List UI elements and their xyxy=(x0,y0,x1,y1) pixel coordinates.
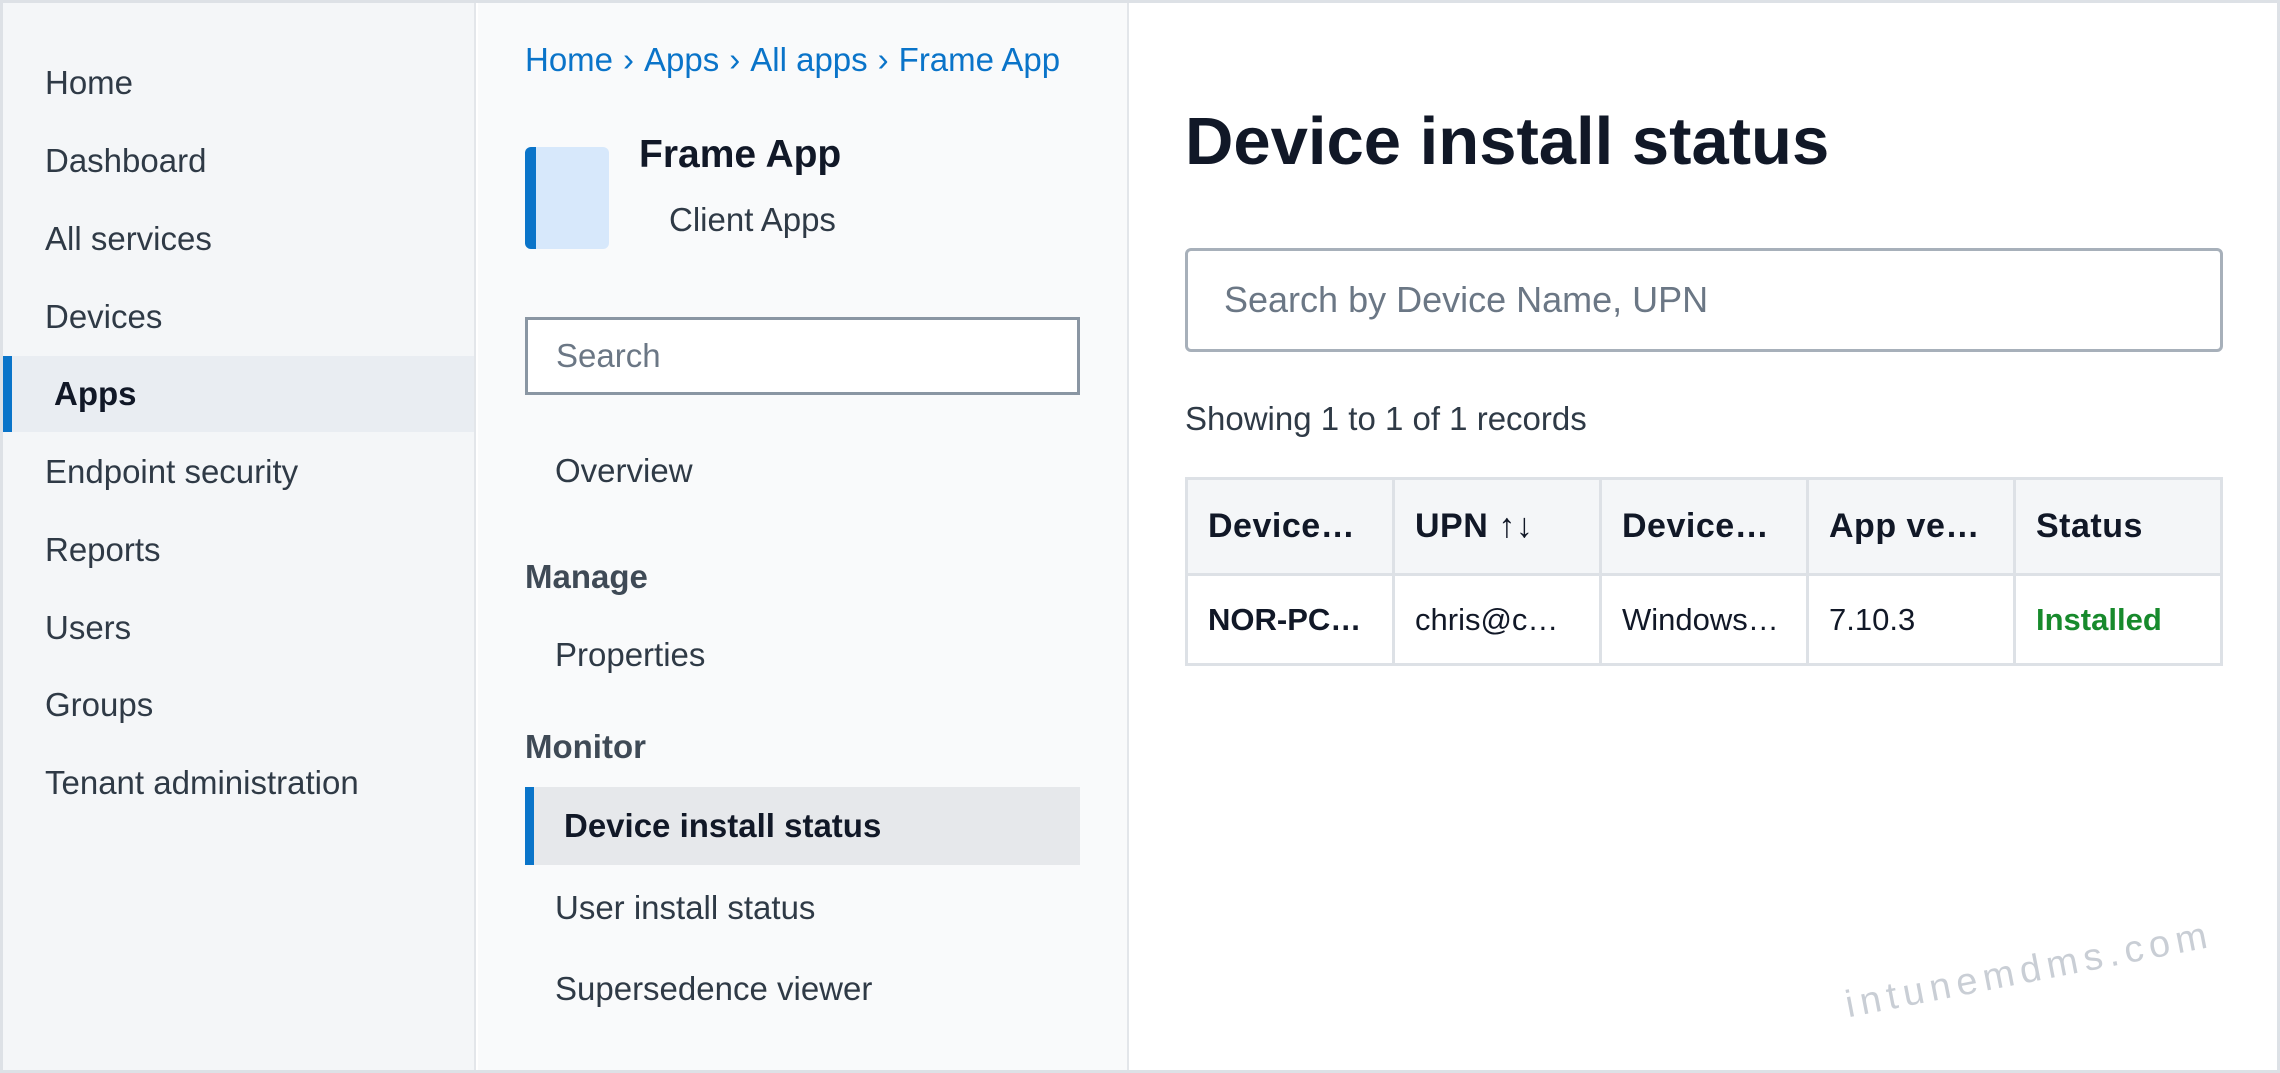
app-title: Frame App xyxy=(639,133,842,176)
section-monitor-heading: Monitor xyxy=(525,728,646,765)
app-subtitle: Client Apps xyxy=(669,201,836,238)
table-header-row: Device… UPN ↑↓ Device… App ve… Status xyxy=(1185,477,2223,576)
menu-item-label: Supersedence viewer xyxy=(555,970,873,1007)
menu-item-label: Device install status xyxy=(564,807,882,844)
device-status-table: Device… UPN ↑↓ Device… App ve… Status NO… xyxy=(1185,477,2223,666)
blade-search-input[interactable] xyxy=(525,317,1080,395)
nav-item-tenant-administration[interactable]: Tenant administration xyxy=(3,745,474,821)
nav-item-groups[interactable]: Groups xyxy=(3,667,474,743)
nav-item-home[interactable]: Home xyxy=(3,45,474,121)
nav-item-users[interactable]: Users xyxy=(3,590,474,666)
cell-device-os: Windows… xyxy=(1599,573,1809,666)
nav-item-label: Groups xyxy=(45,686,154,723)
column-header-app-version[interactable]: App ve… xyxy=(1806,477,2016,576)
breadcrumb-home[interactable]: Home xyxy=(525,41,613,79)
menu-item-supersedence-viewer[interactable]: Supersedence viewer xyxy=(525,950,1080,1028)
nav-item-label: Dashboard xyxy=(45,142,207,179)
cell-upn: chris@c… xyxy=(1392,573,1602,666)
nav-item-apps[interactable]: Apps xyxy=(3,356,474,432)
menu-item-label: Properties xyxy=(555,636,706,673)
breadcrumb: Home › Apps › All apps › Frame App xyxy=(525,41,1060,79)
page-title: Device install status xyxy=(1185,104,1830,179)
app-icon xyxy=(525,147,609,249)
nav-item-label: Endpoint security xyxy=(45,453,299,490)
menu-item-properties[interactable]: Properties xyxy=(525,616,1080,694)
nav-item-label: Reports xyxy=(45,531,161,568)
breadcrumb-frame-app[interactable]: Frame App xyxy=(899,41,1060,79)
nav-item-label: Apps xyxy=(54,375,137,412)
column-header-status[interactable]: Status xyxy=(2013,477,2223,576)
breadcrumb-separator: › xyxy=(877,41,889,78)
section-manage-heading: Manage xyxy=(525,558,648,595)
nav-item-devices[interactable]: Devices xyxy=(3,279,474,355)
menu-item-device-install-status[interactable]: Device install status xyxy=(525,787,1080,865)
nav-item-endpoint-security[interactable]: Endpoint security xyxy=(3,434,474,510)
left-navigation: Home Dashboard All services Devices Apps… xyxy=(3,3,476,1070)
menu-item-overview[interactable]: Overview xyxy=(525,432,1080,510)
table-row[interactable]: NOR-PC… chris@c… Windows… 7.10.3 Install… xyxy=(1185,573,2223,666)
column-header-device-name[interactable]: Device… xyxy=(1185,477,1395,576)
menu-item-label: User install status xyxy=(555,889,816,926)
menu-item-label: Overview xyxy=(555,452,693,489)
column-header-device-os[interactable]: Device… xyxy=(1599,477,1809,576)
nav-item-label: All services xyxy=(45,220,212,257)
records-count: Showing 1 to 1 of 1 records xyxy=(1185,400,1587,437)
cell-device-name[interactable]: NOR-PC… xyxy=(1185,573,1395,666)
column-header-upn[interactable]: UPN ↑↓ xyxy=(1392,477,1602,576)
menu-item-user-install-status[interactable]: User install status xyxy=(525,869,1080,947)
main-content: Device install status Showing 1 to 1 of … xyxy=(1131,3,2277,1070)
breadcrumb-separator: › xyxy=(729,41,741,78)
breadcrumb-separator: › xyxy=(623,41,635,78)
breadcrumb-all-apps[interactable]: All apps xyxy=(750,41,867,79)
nav-item-label: Users xyxy=(45,609,132,646)
breadcrumb-apps[interactable]: Apps xyxy=(644,41,719,79)
cell-status: Installed xyxy=(2013,573,2223,666)
cell-app-version: 7.10.3 xyxy=(1806,573,2016,666)
nav-item-label: Tenant administration xyxy=(45,764,359,801)
nav-item-dashboard[interactable]: Dashboard xyxy=(3,123,474,199)
nav-item-all-services[interactable]: All services xyxy=(3,201,474,277)
device-search-input[interactable] xyxy=(1185,248,2223,352)
nav-item-reports[interactable]: Reports xyxy=(3,512,474,588)
app-blade: Home › Apps › All apps › Frame App Frame… xyxy=(478,3,1129,1070)
nav-item-label: Home xyxy=(45,64,134,101)
nav-item-label: Devices xyxy=(45,298,163,335)
